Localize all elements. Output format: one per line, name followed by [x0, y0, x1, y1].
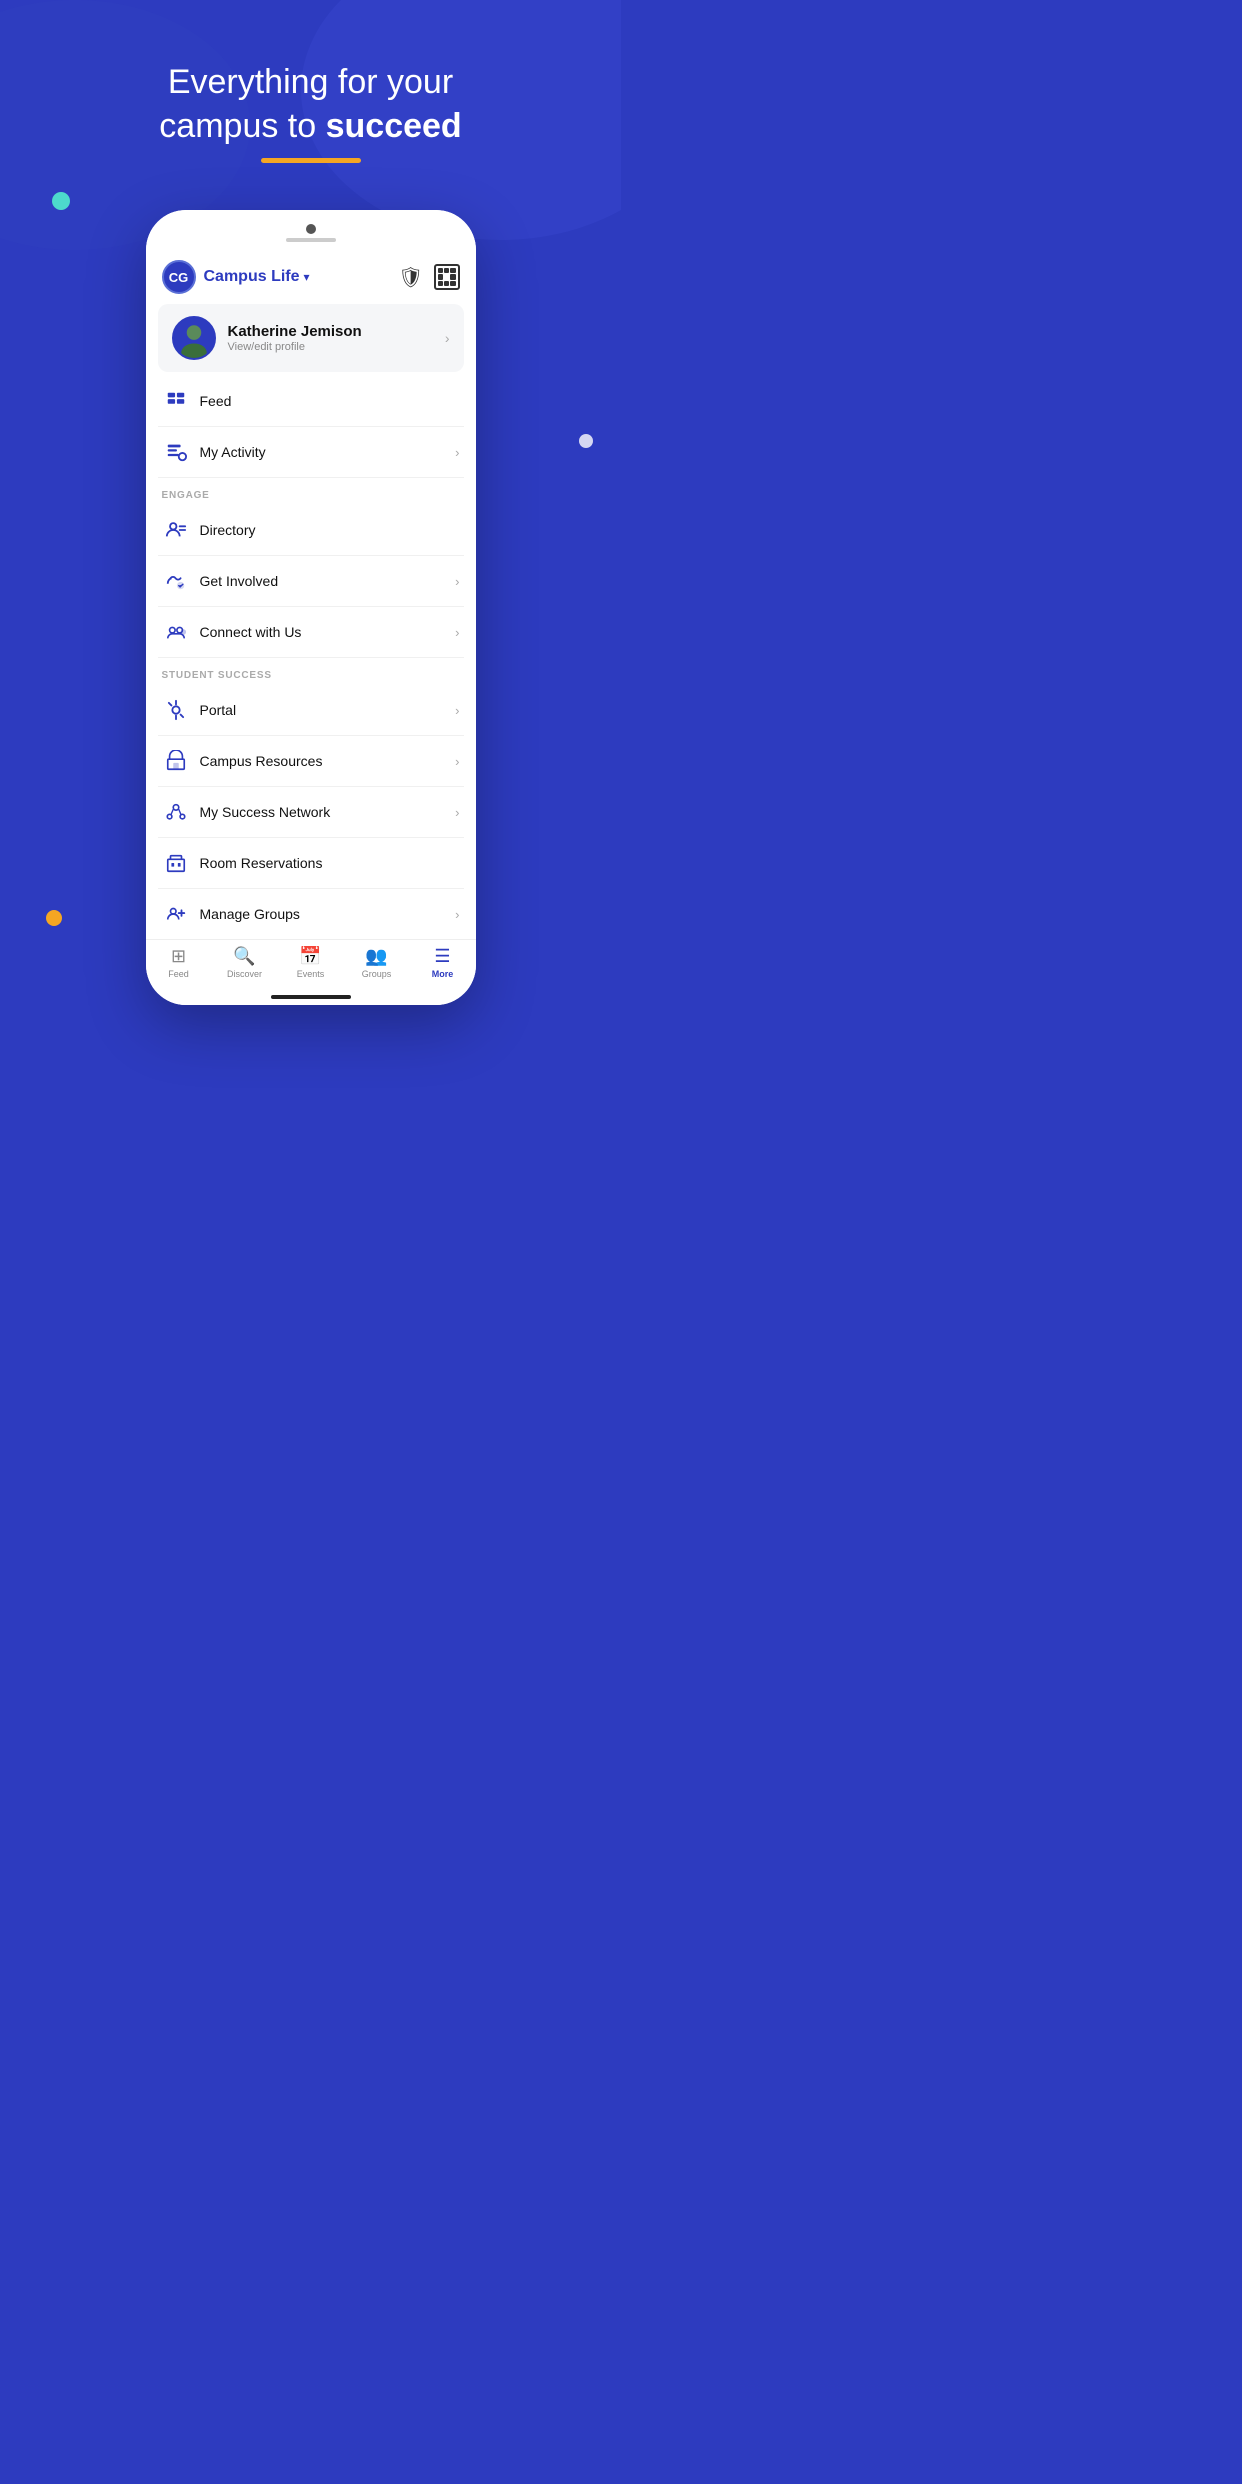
shield-icon[interactable]: 🛡 — [398, 265, 423, 290]
connect-with-us-label: Connect with Us — [200, 624, 456, 640]
hero-text: Everything for your campus to succeed — [0, 60, 621, 163]
get-involved-icon — [162, 567, 190, 595]
profile-info: Katherine Jemison View/edit profile — [228, 323, 445, 353]
connect-with-us-chevron: › — [455, 625, 459, 640]
campus-resources-icon — [162, 747, 190, 775]
menu-item-portal[interactable]: Portal › — [158, 685, 464, 736]
engage-section-header: ENGAGE — [158, 478, 464, 505]
get-involved-label: Get Involved — [200, 573, 456, 589]
white-dot — [579, 434, 593, 448]
my-success-network-label: My Success Network — [200, 804, 456, 820]
room-reservations-icon — [162, 849, 190, 877]
my-success-network-chevron: › — [455, 805, 459, 820]
profile-subtext: View/edit profile — [228, 341, 445, 353]
portal-icon — [162, 696, 190, 724]
app-name: Campus Life — [204, 268, 300, 286]
directory-icon — [162, 516, 190, 544]
phone-speaker — [286, 238, 336, 242]
my-success-network-icon — [162, 798, 190, 826]
app-header: CG Campus Life ▾ 🛡 — [146, 252, 476, 304]
nav-events-label: Events — [297, 969, 325, 979]
menu-item-campus-resources[interactable]: Campus Resources › — [158, 736, 464, 787]
home-bar — [271, 995, 351, 999]
menu-item-room-reservations[interactable]: Room Reservations — [158, 838, 464, 889]
nav-groups-icon: 👥 — [365, 946, 387, 967]
menu-item-connect-with-us[interactable]: Connect with Us › — [158, 607, 464, 658]
menu-item-my-activity[interactable]: My Activity › — [158, 427, 464, 478]
home-indicator — [146, 989, 476, 1005]
app-name-chevron[interactable]: ▾ — [304, 270, 310, 284]
menu-item-manage-groups[interactable]: Manage Groups › — [158, 889, 464, 939]
nav-feed-icon: ⊞ — [171, 946, 186, 967]
feed-label: Feed — [200, 393, 460, 409]
nav-discover-label: Discover — [227, 969, 262, 979]
connect-icon — [162, 618, 190, 646]
menu-list: Feed My Activity › ENGAGE Directory Get … — [146, 376, 476, 939]
feed-icon — [162, 387, 190, 415]
teal-dot — [52, 192, 70, 210]
nav-feed-label: Feed — [168, 969, 189, 979]
nav-item-discover[interactable]: 🔍 Discover — [212, 946, 278, 979]
nav-item-groups[interactable]: 👥 Groups — [344, 946, 410, 979]
nav-more-label: More — [432, 969, 454, 979]
bottom-nav: ⊞ Feed 🔍 Discover 📅 Events 👥 Groups ☰ Mo… — [146, 939, 476, 989]
nav-discover-icon: 🔍 — [233, 946, 255, 967]
campus-resources-chevron: › — [455, 754, 459, 769]
phone-mockup: CG Campus Life ▾ 🛡 Katherine Jemison Vie… — [146, 210, 476, 1005]
nav-events-icon: 📅 — [299, 946, 321, 967]
my-activity-label: My Activity — [200, 444, 456, 460]
profile-chevron: › — [445, 330, 450, 346]
get-involved-chevron: › — [455, 574, 459, 589]
avatar — [172, 316, 216, 360]
nav-groups-label: Groups — [362, 969, 392, 979]
student-success-section-header: STUDENT SUCCESS — [158, 658, 464, 685]
portal-label: Portal — [200, 702, 456, 718]
manage-groups-icon — [162, 900, 190, 928]
menu-item-directory[interactable]: Directory — [158, 505, 464, 556]
nav-item-more[interactable]: ☰ More — [410, 946, 476, 979]
app-logo: CG — [162, 260, 196, 294]
directory-label: Directory — [200, 522, 460, 538]
nav-more-icon: ☰ — [434, 946, 450, 967]
nav-item-feed[interactable]: ⊞ Feed — [146, 946, 212, 979]
manage-groups-chevron: › — [455, 907, 459, 922]
phone-top — [146, 210, 476, 252]
qr-code-icon[interactable] — [434, 264, 460, 290]
menu-item-my-success-network[interactable]: My Success Network › — [158, 787, 464, 838]
menu-item-feed[interactable]: Feed — [158, 376, 464, 427]
hero-line2-bold: succeed — [326, 107, 462, 145]
profile-card[interactable]: Katherine Jemison View/edit profile › — [158, 304, 464, 372]
hero-line2-prefix: campus to — [159, 107, 325, 145]
phone-camera — [306, 224, 316, 234]
my-activity-icon — [162, 438, 190, 466]
room-reservations-label: Room Reservations — [200, 855, 460, 871]
hero-line1: Everything for your — [168, 63, 453, 101]
nav-item-events[interactable]: 📅 Events — [278, 946, 344, 979]
portal-chevron: › — [455, 703, 459, 718]
menu-item-get-involved[interactable]: Get Involved › — [158, 556, 464, 607]
my-activity-chevron: › — [455, 445, 459, 460]
profile-name: Katherine Jemison — [228, 323, 445, 340]
campus-resources-label: Campus Resources — [200, 753, 456, 769]
manage-groups-label: Manage Groups — [200, 906, 456, 922]
orange-dot — [46, 910, 62, 926]
header-icons: 🛡 — [398, 264, 459, 290]
orange-underline — [261, 158, 361, 163]
